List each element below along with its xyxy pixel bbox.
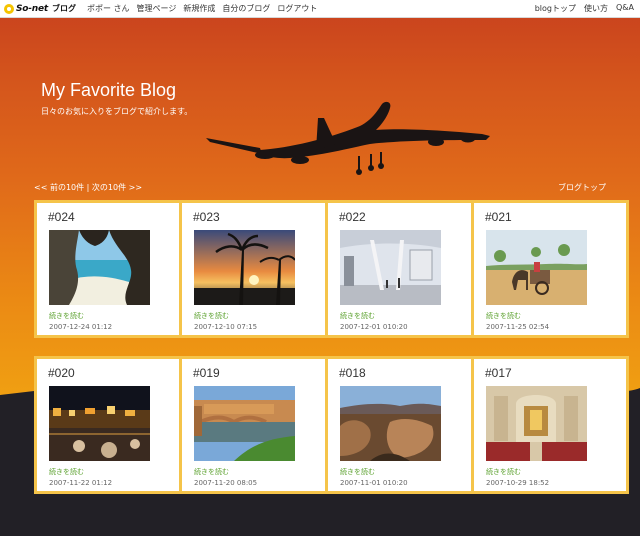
post-thumbnail[interactable] [340,386,441,461]
logo-text: So-net [16,3,49,14]
post-number: #024 [48,210,75,224]
read-more-link[interactable]: 続きを読む [486,311,521,321]
logo-sub: ブログ [52,4,77,13]
nav-howto[interactable]: 使い方 [584,3,608,14]
sonet-logo[interactable]: So-net ブログ [4,2,76,15]
post-thumbnail[interactable] [49,230,150,305]
post-thumbnail[interactable] [194,230,295,305]
post-card[interactable]: #020 続きを読む 2007-11-22 01:12 [34,356,192,494]
post-number: #018 [339,366,366,380]
post-card[interactable]: #018 続きを読む 2007-11-01 010:20 [325,356,483,494]
nav-my-blog[interactable]: 自分のブログ [222,3,270,14]
post-thumbnail[interactable] [486,230,587,305]
post-thumbnail[interactable] [486,386,587,461]
read-more-link[interactable]: 続きを読む [486,467,521,477]
blog-top-link[interactable]: ブログトップ [558,182,606,193]
nav-right: blogトップ 使い方 Q&A [535,3,634,14]
top-bar: So-net ブログ ポポー さん 管理ページ 新規作成 自分のブログ ログアウ… [0,0,640,18]
post-date: 2007-11-01 010:20 [340,479,408,487]
read-more-link[interactable]: 続きを読む [340,311,375,321]
nav-new-post[interactable]: 新規作成 [183,3,215,14]
post-date: 2007-12-01 010:20 [340,323,408,331]
post-card[interactable]: #024 続きを読む 2007-12-24 01:12 [34,200,192,338]
nav-left: ポポー さん 管理ページ 新規作成 自分のブログ ログアウト [87,3,317,14]
blog-title[interactable]: My Favorite Blog [41,80,176,101]
post-date: 2007-11-25 02:54 [486,323,550,331]
post-number: #017 [485,366,512,380]
post-number: #023 [193,210,220,224]
next-page-link[interactable]: 次の10件 >> [92,183,142,192]
post-date: 2007-12-24 01:12 [49,323,113,331]
post-card[interactable]: #017 続きを読む 2007-10-29 18:52 [471,356,629,494]
sonet-logo-icon [4,3,14,14]
prev-page-link[interactable]: << 前の10件 [34,183,84,192]
post-card[interactable]: #023 続きを読む 2007-12-10 07:15 [179,200,337,338]
post-date: 2007-11-20 08:05 [194,479,258,487]
read-more-link[interactable]: 続きを読む [194,311,229,321]
nav-blog-top[interactable]: blogトップ [535,3,576,14]
read-more-link[interactable]: 続きを読む [49,467,84,477]
nav-user[interactable]: ポポー さん [87,3,130,14]
post-card[interactable]: #021 続きを読む 2007-11-25 02:54 [471,200,629,338]
read-more-link[interactable]: 続きを読む [194,467,229,477]
post-number: #021 [485,210,512,224]
post-date: 2007-11-22 01:12 [49,479,113,487]
post-card[interactable]: #019 続きを読む 2007-11-20 08:05 [179,356,337,494]
nav-logout[interactable]: ログアウト [277,3,317,14]
post-thumbnail[interactable] [340,230,441,305]
nav-qa[interactable]: Q&A [616,3,634,14]
post-date: 2007-10-29 18:52 [486,479,550,487]
post-number: #020 [48,366,75,380]
airplane-icon [206,101,490,175]
post-number: #022 [339,210,366,224]
post-card[interactable]: #022 続きを読む 2007-12-01 010:20 [325,200,483,338]
post-thumbnail[interactable] [49,386,150,461]
post-date: 2007-12-10 07:15 [194,323,258,331]
read-more-link[interactable]: 続きを読む [49,311,84,321]
pager-separator: | [84,183,92,192]
post-thumbnail[interactable] [194,386,295,461]
nav-admin[interactable]: 管理ページ [137,3,177,14]
post-number: #019 [193,366,220,380]
read-more-link[interactable]: 続きを読む [340,467,375,477]
blog-subtitle: 日々のお気に入りをブログで紹介します。 [41,107,193,116]
pager: << 前の10件 | 次の10件 >> [34,182,142,193]
